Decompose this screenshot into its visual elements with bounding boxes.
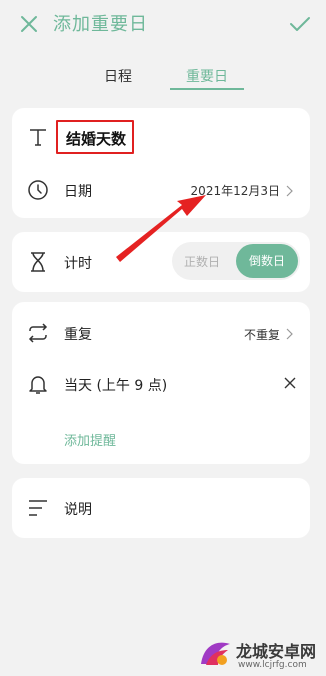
text-icon <box>30 129 46 146</box>
tab-active-indicator <box>170 88 244 90</box>
check-icon[interactable] <box>288 12 312 36</box>
tab-bar: 日程 重要日 <box>0 60 326 92</box>
date-value[interactable]: 2021年12月3日 <box>191 182 280 199</box>
app-header: 添加重要日 <box>0 0 326 48</box>
chevron-right-icon <box>286 328 293 340</box>
timer-count-up-option[interactable]: 正数日 <box>184 253 220 270</box>
page-title: 添加重要日 <box>53 14 148 35</box>
timer-label: 计时 <box>64 256 92 272</box>
notes-icon <box>29 500 47 516</box>
clock-icon <box>28 180 48 200</box>
hourglass-icon <box>31 252 45 272</box>
watermark: 龙城安卓网 www.lcjrfg.com <box>196 630 326 676</box>
timer-mode-toggle[interactable]: 正数日 倒数日 <box>172 242 300 280</box>
name-input[interactable]: 结婚天数 <box>66 128 126 149</box>
add-reminder-button[interactable]: 添加提醒 <box>64 430 116 449</box>
timer-countdown-option[interactable]: 倒数日 <box>236 244 298 278</box>
reminder-label: 当天 (上午 9 点) <box>64 378 168 394</box>
watermark-url: www.lcjrfg.com <box>238 660 307 670</box>
tab-important-day[interactable]: 重要日 <box>186 66 228 86</box>
date-label: 日期 <box>64 184 92 200</box>
timer-card: 计时 正数日 倒数日 <box>12 232 310 292</box>
close-icon[interactable] <box>17 12 41 36</box>
watermark-title: 龙城安卓网 <box>236 642 317 661</box>
name-input-highlight[interactable]: 结婚天数 <box>56 120 134 154</box>
chevron-right-icon <box>286 185 293 197</box>
name-date-card: 结婚天数 日期 2021年12月3日 <box>12 108 310 218</box>
note-label[interactable]: 说明 <box>64 499 92 519</box>
remove-reminder-icon[interactable] <box>282 375 298 391</box>
repeat-value[interactable]: 不重复 <box>244 326 280 343</box>
repeat-label: 重复 <box>64 327 92 343</box>
repeat-reminder-card: 重复 不重复 当天 (上午 9 点) 添加提醒 <box>12 302 310 464</box>
bell-icon <box>29 376 47 394</box>
tab-schedule[interactable]: 日程 <box>104 66 132 86</box>
watermark-logo-icon <box>201 642 230 665</box>
repeat-icon <box>28 323 48 343</box>
note-card: 说明 <box>12 478 310 538</box>
